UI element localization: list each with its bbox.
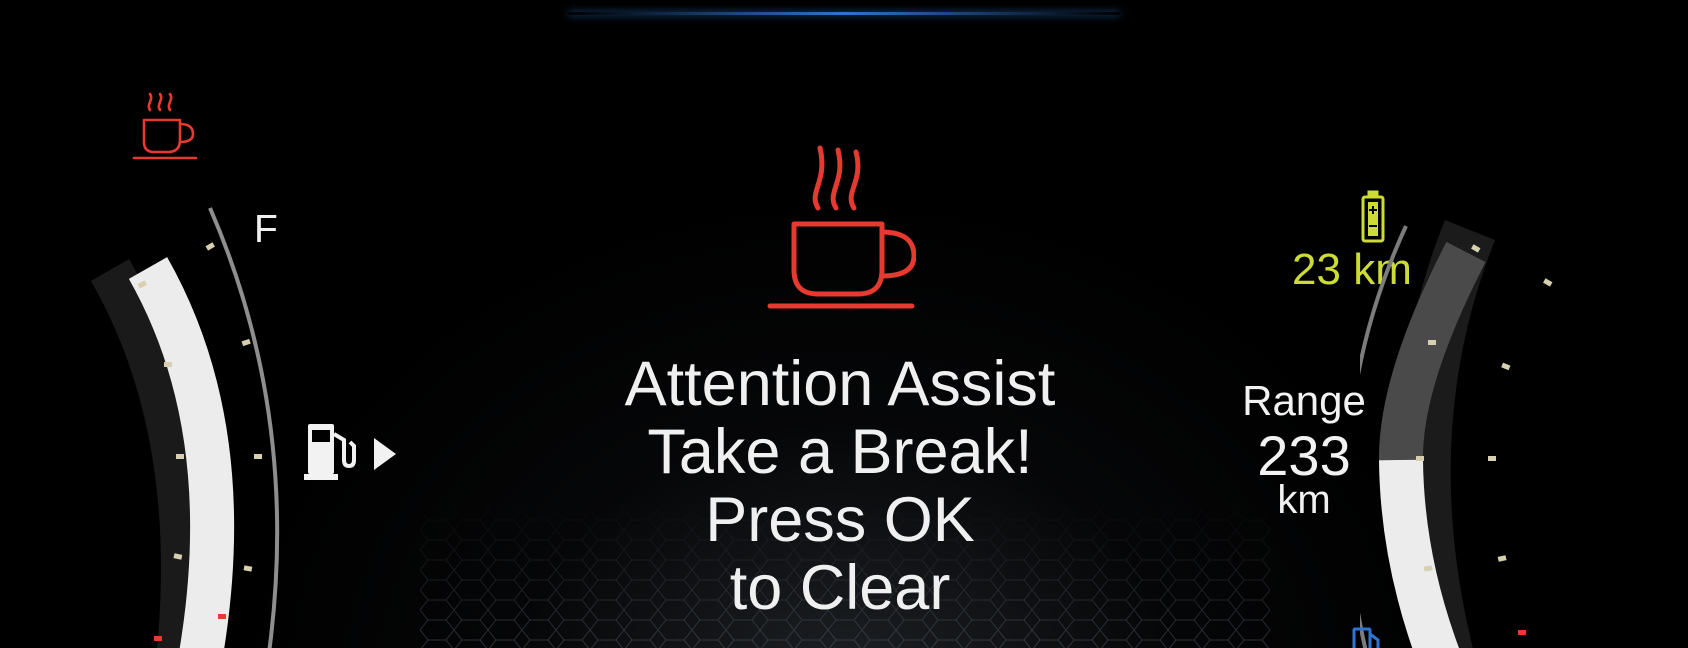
coffee-cup-icon bbox=[767, 145, 916, 309]
message-line: Take a Break! bbox=[647, 417, 1033, 487]
range-unit: km bbox=[1277, 478, 1331, 522]
message-line: to Clear bbox=[729, 553, 951, 623]
range-readout: Range 233 km bbox=[1232, 377, 1376, 522]
fuel-pump-icon bbox=[304, 424, 396, 480]
range-gauge bbox=[1360, 219, 1553, 648]
coffee-cup-icon bbox=[132, 92, 198, 160]
range-value: 233 bbox=[1257, 424, 1351, 487]
message-line: Attention Assist bbox=[624, 349, 1056, 419]
top-accent-bar bbox=[568, 12, 1120, 15]
fuel-gauge-red-tick bbox=[154, 636, 162, 641]
fuel-pump-icon bbox=[1352, 627, 1380, 648]
ev-range-value: 23 bbox=[1292, 245, 1341, 294]
instrument-cluster-screen: F Attention Assist Take a Break! Press O… bbox=[0, 0, 1688, 648]
fuel-gauge-red-tick bbox=[218, 614, 226, 619]
range-gauge-red-tick bbox=[1518, 630, 1526, 635]
range-label: Range bbox=[1242, 377, 1366, 424]
fuel-full-label: F bbox=[254, 208, 278, 251]
message-line: Press OK bbox=[705, 485, 975, 555]
attention-assist-message: Attention Assist Take a Break! Press OK … bbox=[560, 350, 1120, 622]
